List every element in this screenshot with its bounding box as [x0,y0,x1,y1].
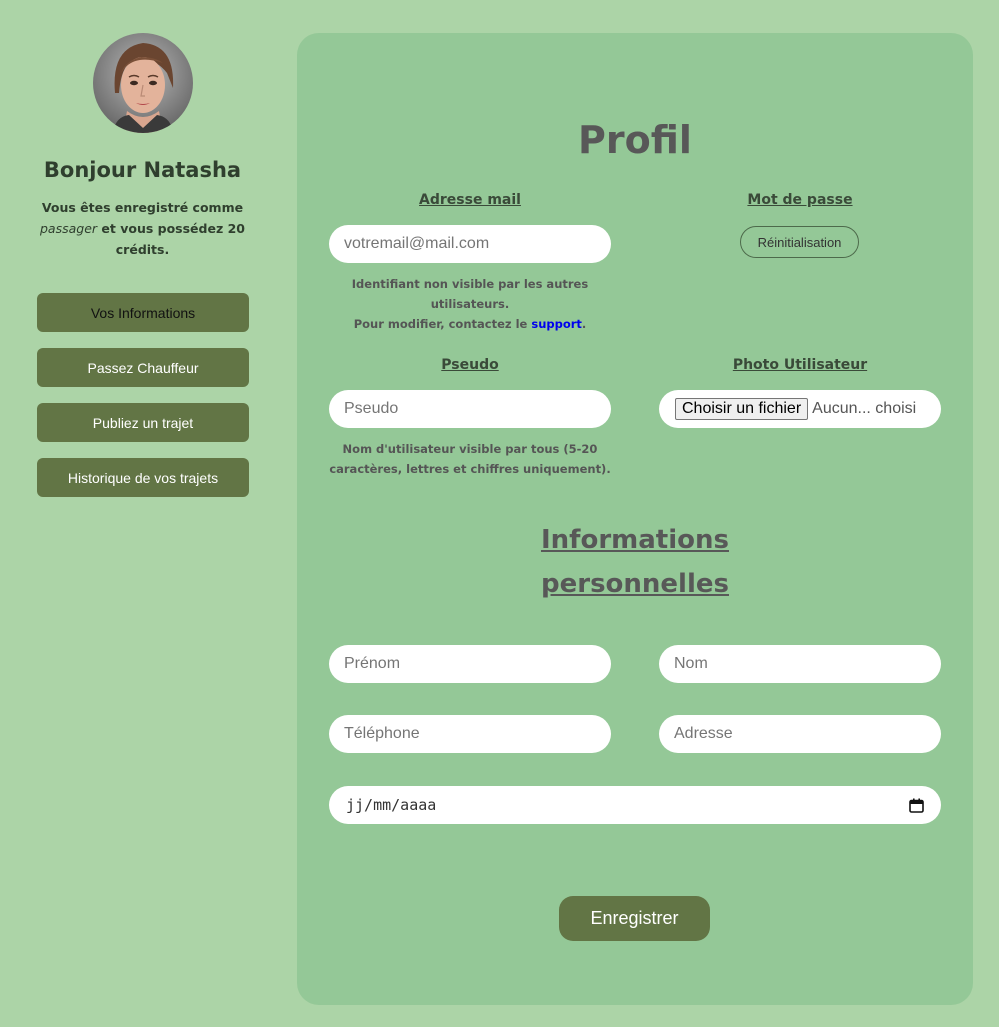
avatar [93,33,193,133]
personal-info-heading: Informations personnelles [297,518,973,606]
page-title: Profil [578,118,692,162]
file-status: Aucun... choisi [812,400,917,417]
personal-info-heading-line2: personnelles [541,569,729,599]
firstname-field[interactable] [329,645,611,683]
date-placeholder: jj/mm/aaaa [346,796,437,814]
email-hint-line1: Identifiant non visible par les autres u… [351,277,589,311]
lastname-field[interactable] [659,645,941,683]
nav-historique-trajets[interactable]: Historique de vos trajets [37,458,249,497]
photo-label: Photo Utilisateur [732,357,868,373]
email-hint: Identifiant non visible par les autres u… [329,274,611,334]
nav-passez-chauffeur[interactable]: Passez Chauffeur [37,348,249,387]
email-field[interactable] [329,225,611,263]
greeting: Bonjour Natasha [43,158,242,182]
nav-publiez-trajet[interactable]: Publiez un trajet [37,403,249,442]
nav-vos-informations[interactable]: Vos Informations [37,293,249,332]
password-label: Mot de passe [747,192,853,208]
password-reset-button[interactable]: Réinitialisation [740,226,859,258]
pseudo-label: Pseudo [441,357,499,373]
photo-file-input[interactable]: Choisir un fichier Aucun... choisi [659,390,941,428]
user-role: passager [40,221,98,236]
status-suffix: . [164,242,170,257]
birthdate-field[interactable]: jj/mm/aaaa [329,786,941,824]
support-link[interactable]: support [531,317,582,331]
phone-field[interactable] [329,715,611,753]
choose-file-button[interactable]: Choisir un fichier [675,398,809,420]
email-hint-suffix: . [581,317,587,331]
save-button[interactable]: Enregistrer [559,896,710,941]
status-middle: et vous possédez [97,221,228,236]
status-prefix: Vous êtes enregistré comme [41,200,244,215]
email-label: Adresse mail [419,192,521,208]
personal-info-heading-line1: Informations [540,525,729,555]
pseudo-field[interactable] [329,390,611,428]
pseudo-hint: Nom d'utilisateur visible par tous (5-20… [329,442,611,476]
user-status: Vous êtes enregistré comme passager et v… [40,197,245,260]
address-field[interactable] [659,715,941,753]
email-hint-line2: Pour modifier, contactez le [353,317,532,331]
calendar-icon[interactable] [909,798,924,813]
profile-card: Profil Adresse mail Identifiant non visi… [297,33,973,1005]
